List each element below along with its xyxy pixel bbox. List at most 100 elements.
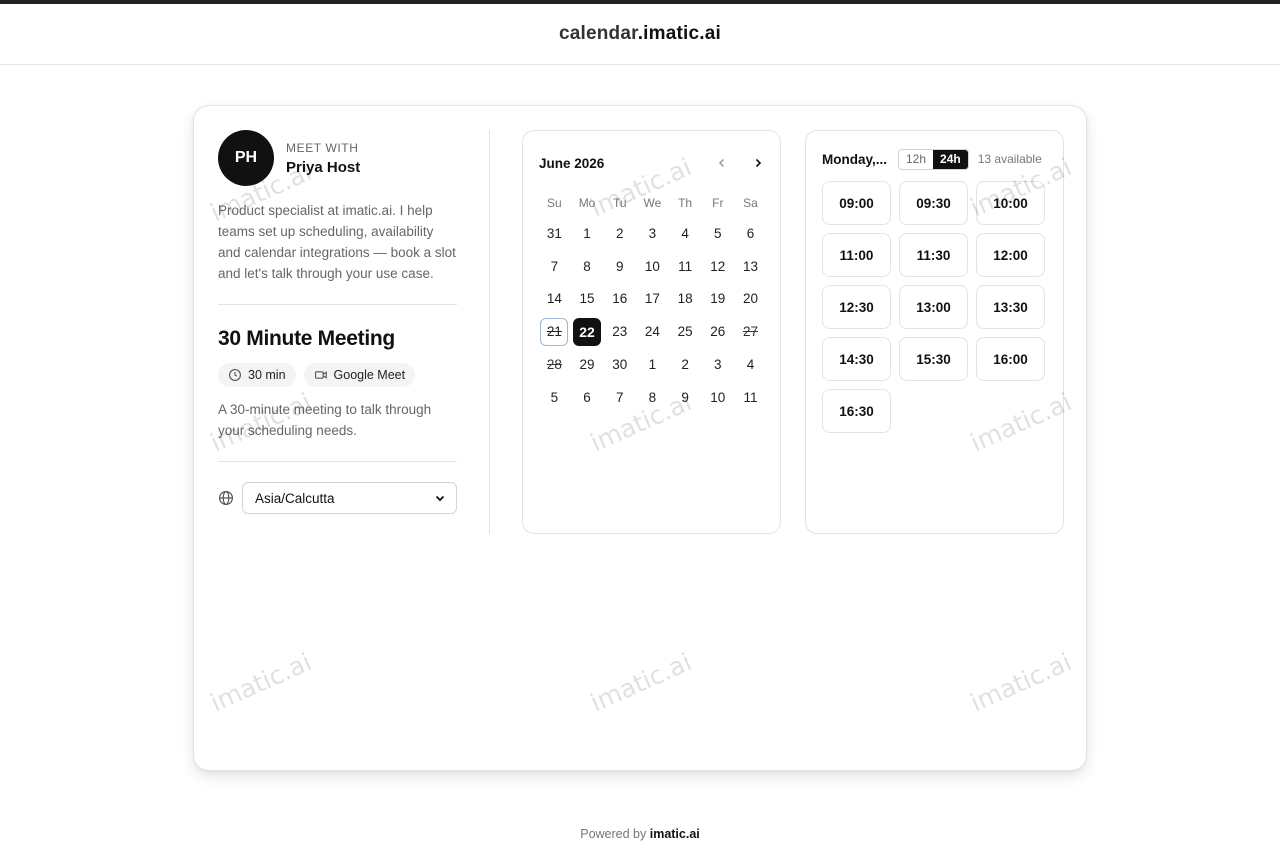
day-cell[interactable]: 31: [538, 217, 571, 250]
day-cell[interactable]: 7: [538, 250, 571, 283]
day-cell[interactable]: 18: [669, 283, 702, 316]
day-cell[interactable]: 13: [734, 250, 767, 283]
time-slot-button[interactable]: 12:00: [976, 233, 1045, 277]
weekday-label: Tu: [612, 196, 627, 210]
day-cell[interactable]: 6: [571, 381, 604, 414]
day-cell[interactable]: 2: [669, 348, 702, 381]
column-divider: [489, 130, 490, 534]
day-cell[interactable]: 24: [636, 315, 669, 348]
slot-panel-header: Monday,... 12h 24h 13 available: [822, 148, 1042, 170]
time-slot-button[interactable]: 16:00: [976, 337, 1045, 381]
meet-with-label: MEET WITH: [286, 140, 359, 155]
prev-month-button[interactable]: [712, 153, 732, 173]
day-number: 15: [579, 291, 595, 307]
day-number: 14: [546, 291, 562, 307]
time-slot-button[interactable]: 13:00: [899, 285, 968, 329]
weekday-label: We: [643, 196, 662, 210]
day-cell[interactable]: 5: [701, 217, 734, 250]
day-cell[interactable]: 1: [571, 217, 604, 250]
day-cell[interactable]: 10: [701, 381, 734, 414]
day-cell[interactable]: 4: [669, 217, 702, 250]
day-number: 28: [546, 357, 562, 373]
weekday-label: Sa: [743, 196, 758, 210]
site-title[interactable]: calendar.imatic.ai: [559, 23, 721, 45]
format-24h-button[interactable]: 24h: [933, 149, 968, 169]
day-cell[interactable]: 3: [701, 348, 734, 381]
day-cell[interactable]: 1: [636, 348, 669, 381]
day-cell[interactable]: 9: [669, 381, 702, 414]
day-cell[interactable]: 11: [669, 250, 702, 283]
day-cell: 27: [734, 315, 767, 348]
day-cell[interactable]: 5: [538, 381, 571, 414]
day-number: 21: [540, 317, 569, 346]
format-12h-button[interactable]: 12h: [899, 149, 934, 169]
day-number: 25: [677, 324, 693, 340]
day-cell[interactable]: 7: [603, 381, 636, 414]
location-label: Google Meet: [333, 368, 406, 382]
day-cell[interactable]: 8: [571, 250, 604, 283]
day-number: 11: [678, 258, 693, 274]
day-cell[interactable]: 4: [734, 348, 767, 381]
time-slot-button[interactable]: 11:30: [899, 233, 968, 277]
day-cell[interactable]: 14: [538, 283, 571, 316]
day-cell[interactable]: 8: [636, 381, 669, 414]
day-cell[interactable]: 9: [603, 250, 636, 283]
time-slot-button[interactable]: 16:30: [822, 389, 891, 433]
time-slot-button[interactable]: 11:00: [822, 233, 891, 277]
next-month-button[interactable]: [748, 153, 768, 173]
location-chip: Google Meet: [303, 363, 416, 387]
video-icon: [314, 368, 328, 382]
time-slot-button[interactable]: 15:30: [899, 337, 968, 381]
clock-icon: [228, 368, 242, 382]
site-header: calendar.imatic.ai: [0, 4, 1280, 65]
day-number: 13: [742, 258, 758, 274]
day-number: 1: [583, 225, 591, 241]
day-number: 4: [681, 225, 689, 241]
day-cell[interactable]: 6: [734, 217, 767, 250]
avatar: PH: [218, 130, 274, 186]
day-cell[interactable]: 30: [603, 348, 636, 381]
day-cell[interactable]: 20: [734, 283, 767, 316]
day-cell[interactable]: 3: [636, 217, 669, 250]
day-cell[interactable]: 11: [734, 381, 767, 414]
day-number: 5: [550, 389, 559, 405]
site-title-part2: .imatic.ai: [637, 23, 722, 44]
selected-date-label: Monday,...: [822, 151, 888, 167]
weekday-label: Th: [678, 196, 693, 210]
day-number: 22: [573, 317, 602, 346]
time-slot-button[interactable]: 10:00: [976, 181, 1045, 225]
day-number: 9: [681, 389, 689, 405]
event-description: A 30-minute meeting to talk through your…: [218, 402, 432, 438]
day-number: 11: [743, 389, 758, 405]
time-slot-panel: Monday,... 12h 24h 13 available 09:00 09:…: [805, 130, 1064, 534]
time-slot-button[interactable]: 09:00: [822, 181, 891, 225]
day-number: 23: [612, 324, 628, 340]
day-number: 2: [615, 225, 624, 241]
event-title: 30 Minute Meeting: [218, 327, 395, 350]
day-cell[interactable]: 10: [636, 250, 669, 283]
day-cell[interactable]: 23: [603, 315, 636, 348]
month-nav: [712, 153, 768, 173]
time-slot-button[interactable]: 12:30: [822, 285, 891, 329]
day-cell[interactable]: 2: [603, 217, 636, 250]
day-cell[interactable]: 25: [669, 315, 702, 348]
day-cell[interactable]: 17: [636, 283, 669, 316]
weekday-label: Fr: [712, 196, 724, 210]
time-slot-button[interactable]: 14:30: [822, 337, 891, 381]
watermark: imatic.ai: [206, 647, 316, 718]
day-cell[interactable]: 12: [701, 250, 734, 283]
time-slot-button[interactable]: 13:30: [976, 285, 1045, 329]
day-cell-selected[interactable]: 22: [571, 315, 604, 348]
time-slot-button[interactable]: 09:30: [899, 181, 968, 225]
day-cell[interactable]: 16: [603, 283, 636, 316]
day-cell[interactable]: 15: [571, 283, 604, 316]
timezone-select[interactable]: Asia/Calcutta: [242, 482, 457, 514]
day-cell[interactable]: 29: [571, 348, 604, 381]
footer-brand-link[interactable]: imatic.ai: [650, 827, 700, 841]
day-number: 6: [583, 389, 591, 405]
day-cell[interactable]: 26: [701, 315, 734, 348]
duration-chip: 30 min: [218, 363, 296, 387]
day-cell[interactable]: 19: [701, 283, 734, 316]
day-number: 17: [644, 291, 660, 307]
day-number: 29: [579, 357, 595, 373]
